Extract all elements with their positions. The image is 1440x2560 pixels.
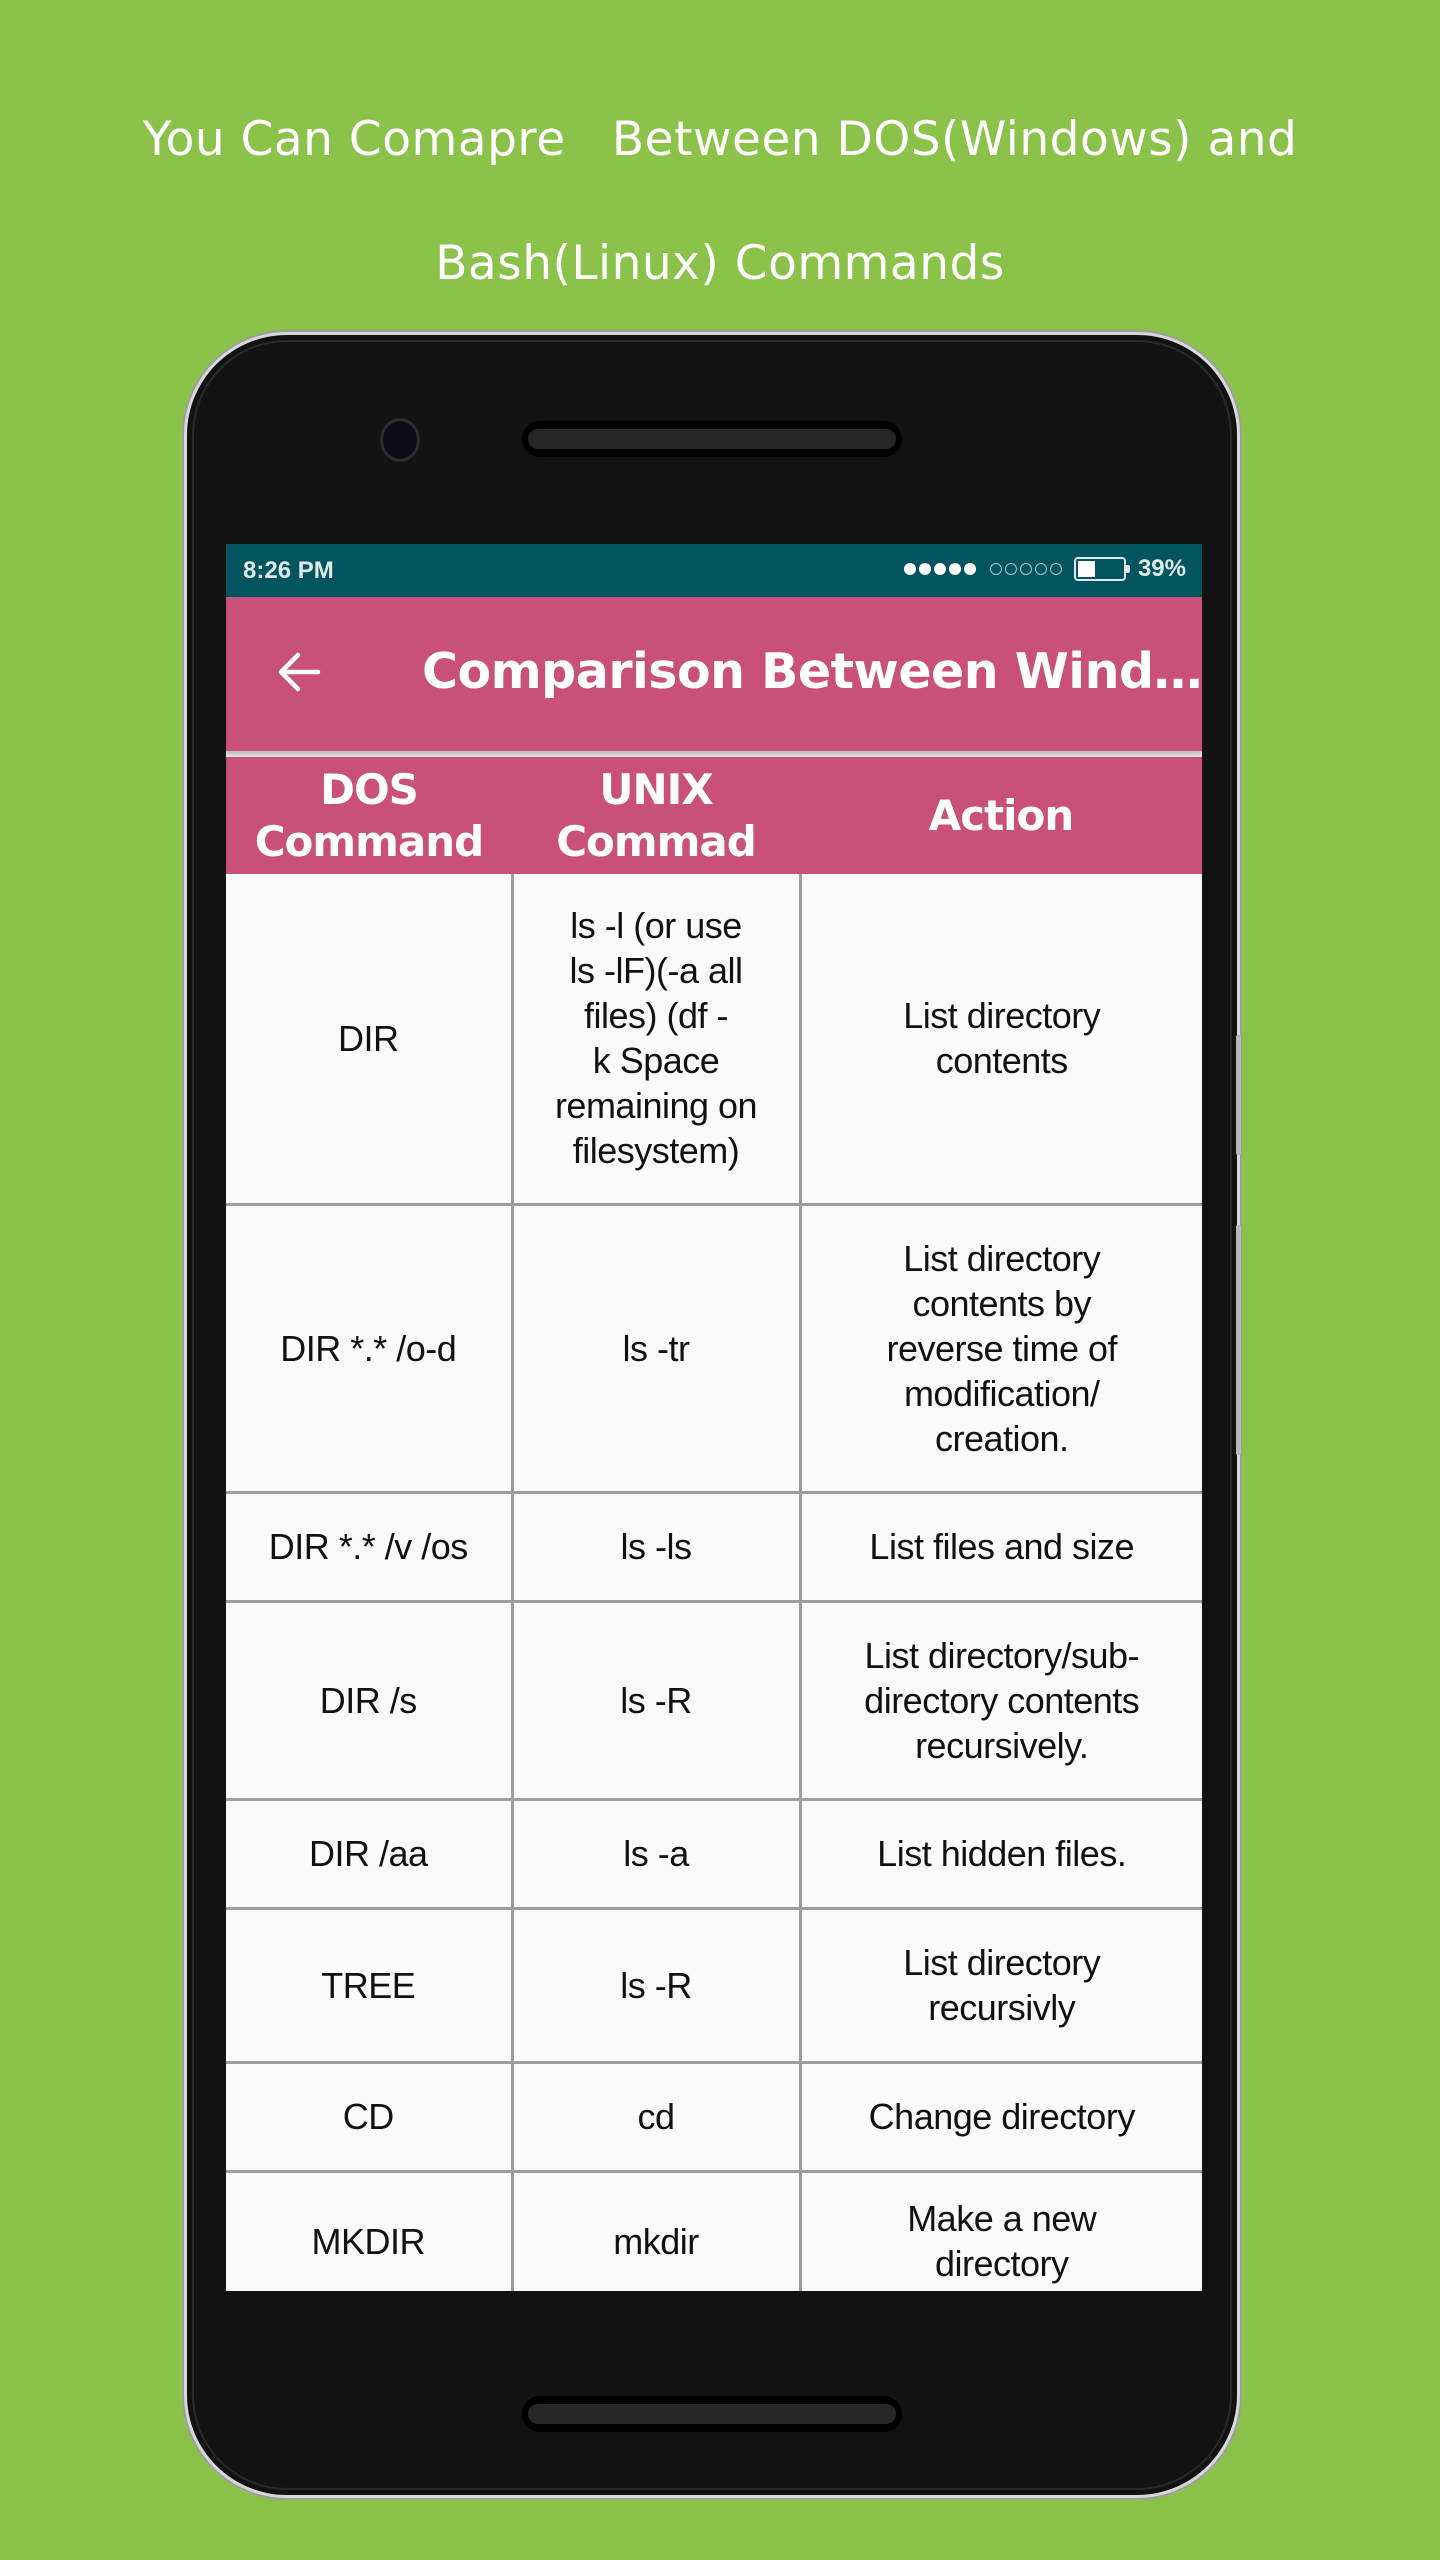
signal-dot-empty (1019, 563, 1032, 575)
cell-unix-command: mkdir (510, 2169, 802, 2291)
table-row: DIR *.* /o-d ls -tr List directory content… (226, 1202, 1202, 1494)
status-bar: 8:26 PM 39% (226, 544, 1202, 597)
cell-dos-command: MKDIR (226, 2169, 514, 2291)
cell-action: List files and size (798, 1490, 1202, 1603)
cell-dos-command: CD (226, 2060, 514, 2173)
signal-dot-filled (918, 563, 931, 575)
battery-percent: 39% (1137, 555, 1186, 582)
earpiece-speaker (522, 421, 902, 457)
status-time: 8:26 PM (243, 557, 334, 584)
cell-unix-command: ls -l (or use ls -lF)(-a all files) (df … (510, 874, 802, 1206)
front-camera-icon (380, 418, 420, 462)
cell-dos-command: DIR *.* /v /os (226, 1490, 514, 1603)
app-bar: Comparison Between Wind… (226, 597, 1202, 751)
cell-dos-command: TREE (226, 1906, 514, 2064)
cell-unix-command: cd (510, 2060, 802, 2173)
promo-line-2: Bash(Linux) Commands (435, 236, 1005, 291)
table-row: CD cd Change directory (226, 2060, 1202, 2173)
cell-unix-command: ls -tr (510, 1202, 802, 1494)
cell-action: List directory contents by reverse time … (798, 1202, 1202, 1494)
signal-dot-empty (989, 563, 1002, 575)
back-button[interactable] (274, 647, 324, 697)
phone-screen: 8:26 PM 39% Comparison Between Wind… DOS… (226, 544, 1202, 2291)
battery-icon (1073, 557, 1130, 581)
promo-line-1: You Can Comapre Between DOS(Windows) and (142, 112, 1298, 167)
cell-dos-command: DIR *.* /o-d (226, 1202, 514, 1494)
arrow-back-icon (278, 652, 321, 692)
signal-dot-filled (933, 563, 946, 575)
signal-dot-empty (1049, 563, 1062, 575)
signal-dot-filled (963, 563, 976, 575)
table-row: DIR /aa ls -a List hidden files. (226, 1797, 1202, 1910)
cell-unix-command: ls -R (510, 1599, 802, 1801)
cell-action: Make a new directory (798, 2169, 1202, 2291)
cell-action: List directory contents (798, 874, 1202, 1206)
cell-action: List directory/sub- directory contents r… (798, 1599, 1202, 1801)
signal-strength-icon (903, 563, 1062, 575)
table-row: DIR ls -l (or use ls -lF)(-a all files) (… (226, 874, 1202, 1206)
volume-down-button (1236, 1225, 1241, 1455)
cell-action: Change directory (798, 2060, 1202, 2173)
table-row: TREE ls -R List directory recursivly (226, 1906, 1202, 2064)
bottom-speaker (522, 2396, 902, 2432)
cell-unix-command: ls -a (510, 1797, 802, 1910)
table-row: DIR /s ls -R List directory/sub- directory… (226, 1599, 1202, 1801)
signal-dot-empty (1034, 563, 1047, 575)
cell-dos-command: DIR /aa (226, 1797, 514, 1910)
cell-unix-command: ls -R (510, 1906, 802, 2064)
cell-unix-command: ls -ls (510, 1490, 802, 1603)
command-comparison-table: DOS Command UNIX Commad Action DIR ls -l … (226, 757, 1202, 2291)
page-title: Comparison Between Wind… (422, 643, 1202, 700)
table-header-row: DOS Command UNIX Commad Action (226, 757, 1202, 874)
table-row: DIR *.* /v /os ls -ls List files and size (226, 1490, 1202, 1603)
cell-action: List hidden files. (798, 1797, 1202, 1910)
signal-dot-filled (903, 563, 916, 575)
signal-dot-filled (948, 563, 961, 575)
cell-dos-command: DIR (226, 874, 514, 1206)
header-dos-command: DOS Command (226, 757, 512, 874)
header-action: Action (800, 757, 1202, 874)
phone-frame: 8:26 PM 39% Comparison Between Wind… DOS… (187, 335, 1241, 2495)
cell-dos-command: DIR /s (226, 1599, 514, 1801)
cell-action: List directory recursivly (798, 1906, 1202, 2064)
signal-dot-empty (1004, 563, 1017, 575)
header-unix-command: UNIX Commad (512, 757, 800, 874)
table-row: MKDIR mkdir Make a new directory (226, 2169, 1202, 2291)
volume-up-button (1236, 1035, 1241, 1155)
